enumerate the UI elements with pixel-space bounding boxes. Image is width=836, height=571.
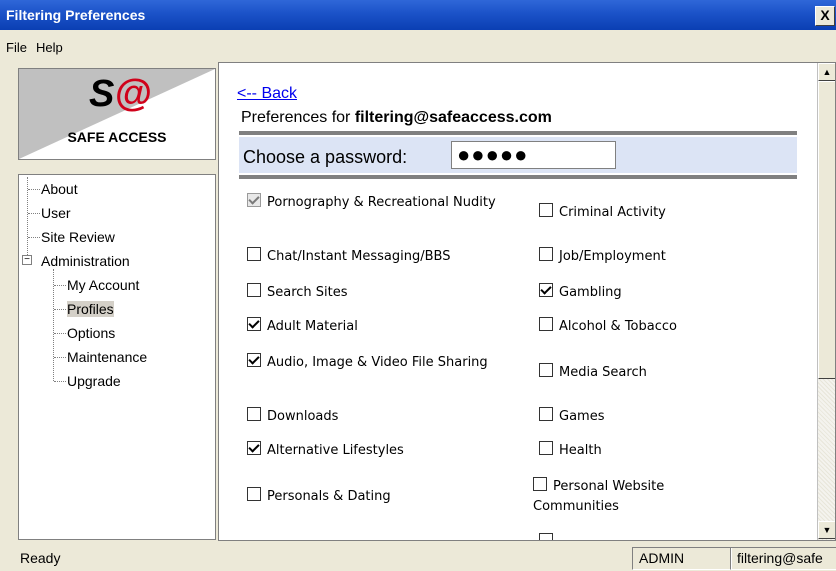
tree-connector xyxy=(54,357,66,358)
scroll-up-button[interactable]: ▲ xyxy=(818,63,835,81)
category-adult-material[interactable]: Adult Material xyxy=(247,317,507,337)
tree-connector xyxy=(28,189,40,190)
preferences-heading: Preferences for filtering@safeaccess.com xyxy=(241,109,552,126)
back-link[interactable]: <-- Back xyxy=(237,85,297,103)
status-email: filtering@safe xyxy=(730,547,836,570)
tree-item-about[interactable]: About xyxy=(41,181,78,197)
status-text: Ready xyxy=(20,550,61,566)
tree-item-options[interactable]: Options xyxy=(67,325,115,341)
logo-panel: S@ SAFE ACCESS xyxy=(18,68,216,160)
preferences-content: <-- Back Preferences for filtering@safea… xyxy=(219,63,816,540)
menu-help[interactable]: Help xyxy=(36,40,63,55)
tree-item-profiles[interactable]: Profiles xyxy=(67,301,114,317)
safe-access-logo: S@ xyxy=(89,73,152,115)
category-games[interactable]: Games xyxy=(539,407,799,427)
category-chat[interactable]: Chat/Instant Messaging/BBS xyxy=(247,247,527,267)
password-input[interactable]: ●●●●● xyxy=(451,141,616,169)
left-pane: S@ SAFE ACCESS − About User Site Review … xyxy=(18,68,216,540)
category-criminal-activity[interactable]: Criminal Activity xyxy=(539,203,799,223)
downloads-checkbox[interactable] xyxy=(247,407,261,421)
scroll-thumb[interactable] xyxy=(818,81,835,379)
pornography-checkbox[interactable] xyxy=(247,193,261,207)
divider xyxy=(239,131,797,135)
tree-item-administration[interactable]: Administration xyxy=(41,253,130,269)
category-health[interactable]: Health xyxy=(539,441,799,461)
criminal-activity-checkbox[interactable] xyxy=(539,203,553,217)
tree-connector xyxy=(28,237,40,238)
category-media-search[interactable]: Media Search xyxy=(539,363,799,383)
personal-website-communities-checkbox[interactable] xyxy=(533,477,547,491)
category-partial[interactable] xyxy=(539,533,579,540)
category-search-sites[interactable]: Search Sites xyxy=(247,283,507,303)
personals-dating-checkbox[interactable] xyxy=(247,487,261,501)
tree-connector xyxy=(54,285,66,286)
status-user: ADMIN xyxy=(632,547,732,570)
tree-connector xyxy=(54,381,66,382)
title-bar: Filtering Preferences X xyxy=(0,0,836,30)
window-title: Filtering Preferences xyxy=(6,7,146,23)
tree-item-my-account[interactable]: My Account xyxy=(67,277,139,293)
job-employment-checkbox[interactable] xyxy=(539,247,553,261)
category-personal-website-communities[interactable]: Personal Website Communities xyxy=(533,477,733,517)
partial-checkbox[interactable] xyxy=(539,533,553,540)
category-audio-image-video[interactable]: Audio, Image & Video File Sharing xyxy=(247,353,507,373)
alternative-lifestyles-checkbox[interactable] xyxy=(247,441,261,455)
tree-item-upgrade[interactable]: Upgrade xyxy=(67,373,121,389)
navigation-tree: − About User Site Review Administration … xyxy=(18,174,216,540)
tree-item-user[interactable]: User xyxy=(41,205,71,221)
tree-item-site-review[interactable]: Site Review xyxy=(41,229,115,245)
category-job-employment[interactable]: Job/Employment xyxy=(539,247,799,267)
tree-item-maintenance[interactable]: Maintenance xyxy=(67,349,147,365)
media-search-checkbox[interactable] xyxy=(539,363,553,377)
password-row: Choose a password: ●●●●● xyxy=(239,137,797,173)
health-checkbox[interactable] xyxy=(539,441,553,455)
status-bar: Ready ADMIN filtering@safe xyxy=(0,545,836,571)
alcohol-tobacco-checkbox[interactable] xyxy=(539,317,553,331)
search-sites-checkbox[interactable] xyxy=(247,283,261,297)
vertical-scrollbar[interactable]: ▲ ▼ xyxy=(817,63,835,540)
preferences-panel: <-- Back Preferences for filtering@safea… xyxy=(218,62,836,541)
audio-image-video-checkbox[interactable] xyxy=(247,353,261,367)
close-button[interactable]: X xyxy=(815,6,835,26)
category-personals-dating[interactable]: Personals & Dating xyxy=(247,487,507,507)
category-pornography[interactable]: Pornography & Recreational Nudity xyxy=(247,193,507,213)
divider xyxy=(239,175,797,179)
scroll-down-button[interactable]: ▼ xyxy=(818,521,835,539)
chat-checkbox[interactable] xyxy=(247,247,261,261)
tree-connector xyxy=(54,309,66,310)
category-alternative-lifestyles[interactable]: Alternative Lifestyles xyxy=(247,441,507,461)
tree-connector xyxy=(54,333,66,334)
tree-connector xyxy=(28,213,40,214)
menu-file[interactable]: File xyxy=(6,40,27,55)
password-label: Choose a password: xyxy=(243,147,408,167)
collapse-icon[interactable]: − xyxy=(22,255,32,265)
category-gambling[interactable]: Gambling xyxy=(539,283,799,303)
adult-material-checkbox[interactable] xyxy=(247,317,261,331)
category-alcohol-tobacco[interactable]: Alcohol & Tobacco xyxy=(539,317,799,337)
gambling-checkbox[interactable] xyxy=(539,283,553,297)
logo-text: SAFE ACCESS xyxy=(67,129,167,145)
category-downloads[interactable]: Downloads xyxy=(247,407,507,427)
games-checkbox[interactable] xyxy=(539,407,553,421)
